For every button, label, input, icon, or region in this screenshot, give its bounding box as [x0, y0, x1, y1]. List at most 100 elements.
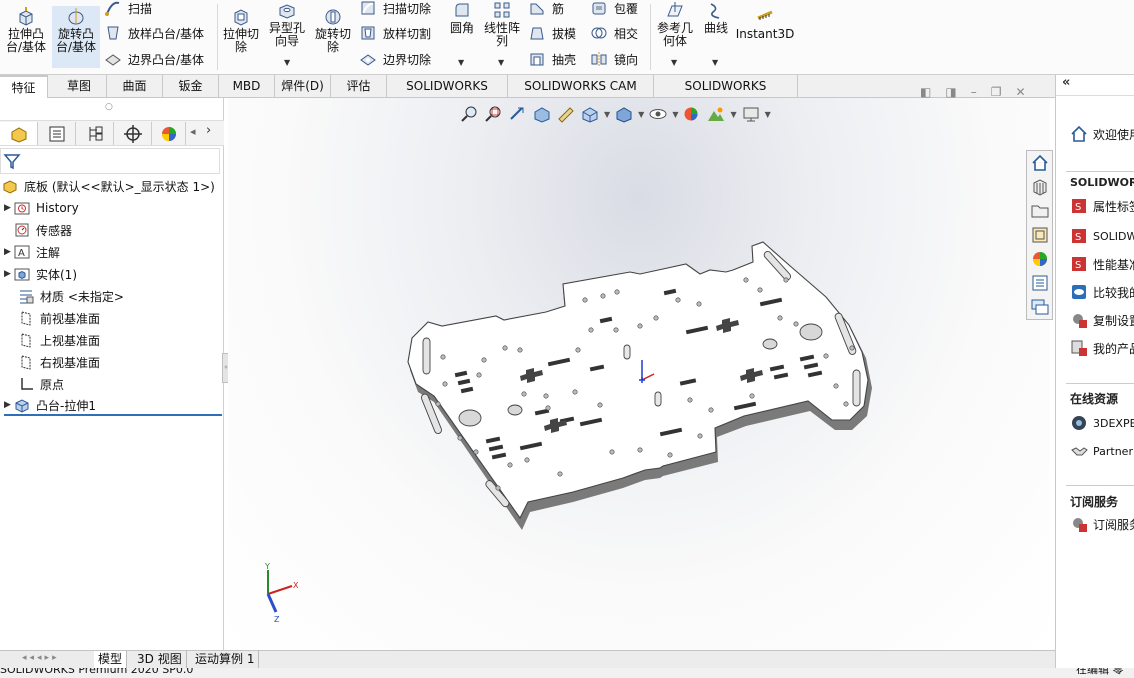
- config-manager-tab[interactable]: [76, 122, 114, 145]
- expand-arrow-icon[interactable]: ▶: [4, 269, 14, 279]
- graphics-area[interactable]: ▼ ▼ ▼ ▼ ▼ ◧ ◨ – ❐ ✕ Y X Z: [228, 85, 1050, 650]
- tab-model[interactable]: 模型: [94, 651, 128, 668]
- tab-evaluate[interactable]: 评估: [331, 75, 387, 98]
- collapse-pane-icon[interactable]: «: [1062, 75, 1070, 90]
- appearances-icon[interactable]: [1030, 249, 1050, 269]
- tree-item-history[interactable]: ▶ History: [4, 198, 79, 218]
- forum-icon[interactable]: [1030, 297, 1050, 317]
- tree-item-boss-extrude1[interactable]: ▶ 凸台-拉伸1: [4, 396, 222, 416]
- welcome-link[interactable]: 欢迎使用: [1070, 125, 1134, 143]
- file-explorer-icon[interactable]: [1030, 201, 1050, 221]
- tree-item-sensors[interactable]: 传感器: [14, 220, 72, 240]
- close-icon[interactable]: ✕: [1015, 85, 1025, 99]
- design-library-icon[interactable]: [1030, 177, 1050, 197]
- tp-item-compare[interactable]: 比较我的: [1070, 283, 1134, 301]
- annotation-icon: A: [14, 245, 30, 259]
- curves-dropdown-icon[interactable]: ▼: [712, 58, 718, 67]
- filter-bar[interactable]: [0, 148, 220, 174]
- tab-features[interactable]: 特征: [0, 75, 48, 98]
- intersect-icon: [591, 27, 607, 39]
- tp-item-properties[interactable]: S 属性标签: [1070, 197, 1134, 215]
- tab-3d-view[interactable]: 3D 视图: [133, 651, 187, 668]
- intersect-button[interactable]: 相交: [590, 23, 638, 43]
- tab-sheet-metal[interactable]: 钣金: [163, 75, 219, 98]
- tp-subscription-services[interactable]: 订阅服务: [1070, 515, 1134, 533]
- extrude-cut-button[interactable]: 拉伸切 除: [220, 6, 262, 54]
- curves-label: 曲线: [703, 21, 728, 35]
- tab-surfaces[interactable]: 曲面: [107, 75, 163, 98]
- task-pane-tabs: [1026, 150, 1053, 320]
- instant3d-button[interactable]: Instant3D: [736, 6, 794, 41]
- property-manager-tab[interactable]: [38, 122, 76, 145]
- mirror-button[interactable]: 镜向: [590, 49, 638, 69]
- view-palette-icon[interactable]: [1030, 225, 1050, 245]
- fillet-button[interactable]: 圆角: [444, 0, 480, 35]
- revolve-boss-button[interactable]: 旋转凸 台/基体: [52, 6, 100, 68]
- shell-button[interactable]: 抽壳: [528, 49, 576, 69]
- dimxpert-tab[interactable]: [114, 122, 152, 145]
- draft-button[interactable]: 拔模: [528, 23, 576, 43]
- revolve-cut-button[interactable]: 旋转切 除: [312, 6, 354, 54]
- tree-item-top-plane[interactable]: 上视基准面: [18, 330, 100, 350]
- extrude-boss-button[interactable]: 拉伸凸 台/基体: [4, 6, 48, 54]
- tree-item-material[interactable]: 材质 <未指定>: [18, 286, 124, 306]
- ref-geometry-button[interactable]: 参考几 何体: [654, 0, 696, 48]
- tree-item-annotations[interactable]: ▶ A 注解: [4, 242, 60, 262]
- extrude-boss-label: 拉伸凸 台/基体: [5, 27, 47, 54]
- tab-solidworks-cam[interactable]: SOLIDWORKS CAM: [387, 75, 508, 115]
- hole-wizard-button[interactable]: 异型孔 向导: [265, 0, 309, 48]
- tp-online-3dexperience[interactable]: 3DEXPERIENCE: [1070, 414, 1134, 432]
- tab-motion-study[interactable]: 运动算例 1: [191, 651, 260, 668]
- boundary-cut-button[interactable]: 边界切除: [359, 49, 431, 69]
- tree-item-origin[interactable]: 原点: [18, 374, 64, 394]
- fillet-dropdown-icon[interactable]: ▼: [458, 58, 464, 67]
- chassis-plate-model[interactable]: [228, 98, 1050, 650]
- wrap-button[interactable]: 包覆: [590, 0, 638, 18]
- sweep-button[interactable]: 扫描: [104, 0, 152, 18]
- tp-item-my-products[interactable]: 我的产品: [1070, 339, 1134, 357]
- custom-properties-icon[interactable]: [1030, 273, 1050, 293]
- tp-item-performance[interactable]: S 性能基准: [1070, 255, 1134, 273]
- tree-root[interactable]: 底板 (默认<<默认>_显示状态 1>): [2, 176, 215, 196]
- expand-arrow-icon[interactable]: ▶: [4, 247, 14, 257]
- tree-item-right-plane[interactable]: 右视基准面: [18, 352, 100, 372]
- tile-right-icon[interactable]: ◨: [945, 85, 956, 99]
- sweep-cut-button[interactable]: 扫描切除: [359, 0, 431, 18]
- tab-solidworks-inspection[interactable]: SOLIDWORKS Inspection: [654, 75, 798, 115]
- feature-tree-tab[interactable]: [0, 122, 38, 145]
- tp-item-copy-settings[interactable]: 复制设置: [1070, 311, 1134, 329]
- loft-cut-button[interactable]: 放样切割: [359, 23, 431, 43]
- tab-mbd[interactable]: MBD: [219, 75, 275, 98]
- tree-root-label: 底板 (默认<<默认>_显示状态 1>): [24, 179, 215, 194]
- tp-item-label: 属性标签: [1093, 199, 1134, 214]
- expand-arrow-icon[interactable]: ▶: [4, 203, 14, 213]
- status-product: SOLIDWORKS Premium 2020 SP0.0: [0, 668, 194, 676]
- hole-wizard-dropdown-icon[interactable]: ▼: [284, 58, 290, 67]
- ref-geometry-dropdown-icon[interactable]: ▼: [671, 58, 677, 67]
- tab-scroll-left-icon[interactable]: ◂: [190, 125, 196, 138]
- tab-scroll-right-icon[interactable]: ›: [206, 123, 211, 138]
- revolve-boss-label: 旋转凸 台/基体: [55, 27, 97, 54]
- tab-scroll-icons[interactable]: ◂◂◂▸▸: [22, 653, 60, 663]
- extrude-cut-label: 拉伸切 除: [222, 27, 259, 54]
- tile-left-icon[interactable]: ◧: [920, 85, 931, 99]
- tab-weldments[interactable]: 焊件(D): [275, 75, 331, 98]
- linear-pattern-dropdown-icon[interactable]: ▼: [498, 58, 504, 67]
- boundary-boss-button[interactable]: 边界凸台/基体: [104, 49, 204, 69]
- linear-pattern-button[interactable]: 线性阵 列: [480, 0, 524, 48]
- tp-online-partner[interactable]: Partner: [1070, 442, 1134, 460]
- tree-item-solid-bodies[interactable]: ▶ 实体(1): [4, 264, 77, 284]
- rib-button[interactable]: 筋: [528, 0, 564, 18]
- tp-item-solidworks[interactable]: S SOLIDWORKS: [1070, 227, 1134, 245]
- tree-item-front-plane[interactable]: 前视基准面: [18, 308, 100, 328]
- expand-arrow-icon[interactable]: ▶: [4, 400, 14, 410]
- curves-button[interactable]: 曲线: [700, 0, 732, 35]
- minimize-icon[interactable]: –: [971, 85, 977, 99]
- restore-icon[interactable]: ❐: [991, 85, 1002, 99]
- tab-solidworks-cam-tbm[interactable]: SOLIDWORKS CAM TBM: [508, 75, 654, 115]
- loft-boss-button[interactable]: 放样凸台/基体: [104, 23, 204, 43]
- display-manager-tab[interactable]: [152, 122, 186, 145]
- tab-sketch[interactable]: 草图: [52, 75, 107, 98]
- panel-grip-icon[interactable]: ○: [105, 102, 113, 112]
- home-icon[interactable]: [1030, 153, 1050, 173]
